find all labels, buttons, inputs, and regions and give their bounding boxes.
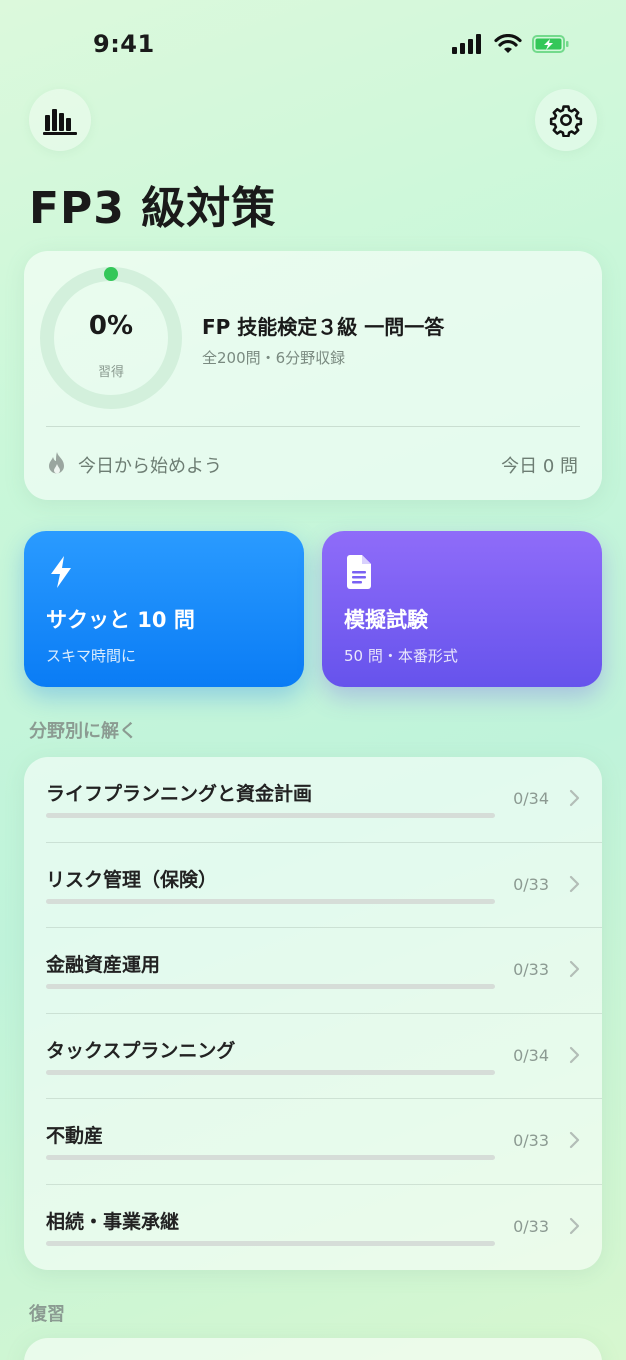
flame-icon: [46, 451, 68, 481]
streak-text: 今日から始めよう: [78, 456, 222, 477]
field-row-inheritance[interactable]: 相続・事業承継 0/33: [24, 1185, 602, 1271]
progress-card[interactable]: 0% 習得 FP 技能検定３級 一問一答 全200問・6分野収録 今日から始めよ…: [24, 251, 602, 500]
gear-icon: [549, 105, 583, 137]
field-row-real-estate[interactable]: 不動産 0/33: [24, 1099, 602, 1185]
mock-exam-button[interactable]: 模擬試験 50 問・本番形式: [322, 531, 602, 687]
field-label: 相続・事業承継: [46, 1210, 180, 1233]
page-title: FP3 級対策: [29, 183, 277, 234]
field-progress-bar: [46, 984, 495, 989]
field-count: 0/34: [513, 789, 549, 808]
field-count: 0/33: [513, 1131, 549, 1150]
lightning-icon: [46, 555, 76, 593]
field-row-tax-planning[interactable]: タックスプランニング 0/34: [24, 1014, 602, 1099]
battery-charging-icon: [532, 35, 569, 53]
field-label: 金融資産運用: [46, 954, 161, 976]
field-row-life-planning[interactable]: ライフプランニングと資金計画 0/34: [24, 757, 602, 843]
document-icon: [344, 555, 374, 593]
section-label-by-field: 分野別に解く: [29, 721, 137, 742]
field-label: 不動産: [46, 1125, 104, 1147]
bar-chart-icon: [43, 109, 77, 135]
field-label: リスク管理（保険）: [46, 868, 218, 891]
field-count: 0/33: [513, 1216, 549, 1236]
progress-percent: 0%: [88, 311, 134, 341]
mock-exam-title: 模擬試験: [344, 608, 428, 632]
field-label: タックスプランニング: [46, 1039, 236, 1062]
progress-label: 習得: [97, 365, 124, 380]
status-time: 9:41: [93, 30, 155, 58]
field-progress-bar: [46, 1155, 495, 1160]
chevron-right-icon: [568, 1046, 580, 1068]
chevron-right-icon: [568, 1217, 580, 1239]
chevron-right-icon: [568, 1131, 580, 1153]
progress-ring: 0% 習得: [38, 265, 184, 411]
divider: [46, 426, 580, 427]
section-label-review: 復習: [29, 1304, 65, 1325]
field-progress-bar: [46, 1069, 495, 1075]
field-progress-bar: [46, 813, 495, 818]
chevron-right-icon: [568, 960, 580, 982]
quick-10-subtitle: スキマ時間に: [46, 647, 137, 665]
settings-button[interactable]: [535, 89, 597, 151]
field-progress-bar: [46, 898, 495, 904]
wifi-icon: [494, 34, 522, 53]
field-count: 0/34: [513, 1045, 549, 1065]
review-card[interactable]: [24, 1338, 602, 1360]
progress-ring-indicator: [104, 267, 118, 281]
field-row-financial-assets[interactable]: 金融資産運用 0/33: [24, 928, 602, 1014]
chevron-right-icon: [568, 789, 580, 811]
field-list: ライフプランニングと資金計画 0/34 リスク管理（保険） 0/33 金融資産運…: [24, 757, 602, 1270]
quick-10-title: サクッと 10 問: [46, 608, 195, 632]
quick-10-button[interactable]: サクッと 10 問 スキマ時間に: [24, 531, 304, 687]
status-icons: [452, 34, 570, 54]
mock-exam-subtitle: 50 問・本番形式: [344, 647, 458, 665]
field-count: 0/33: [513, 960, 549, 979]
field-label: ライフプランニングと資金計画: [46, 783, 313, 805]
chevron-right-icon: [568, 875, 580, 897]
field-row-risk-management[interactable]: リスク管理（保険） 0/33: [24, 843, 602, 928]
signal-icon: [452, 34, 481, 54]
field-count: 0/33: [513, 874, 549, 894]
field-progress-bar: [46, 1240, 495, 1246]
today-count: 今日 0 問: [501, 456, 578, 477]
course-subtitle: 全200問・6分野収録: [202, 349, 346, 367]
course-title: FP 技能検定３級 一問一答: [202, 315, 445, 339]
stats-button[interactable]: [29, 89, 91, 151]
